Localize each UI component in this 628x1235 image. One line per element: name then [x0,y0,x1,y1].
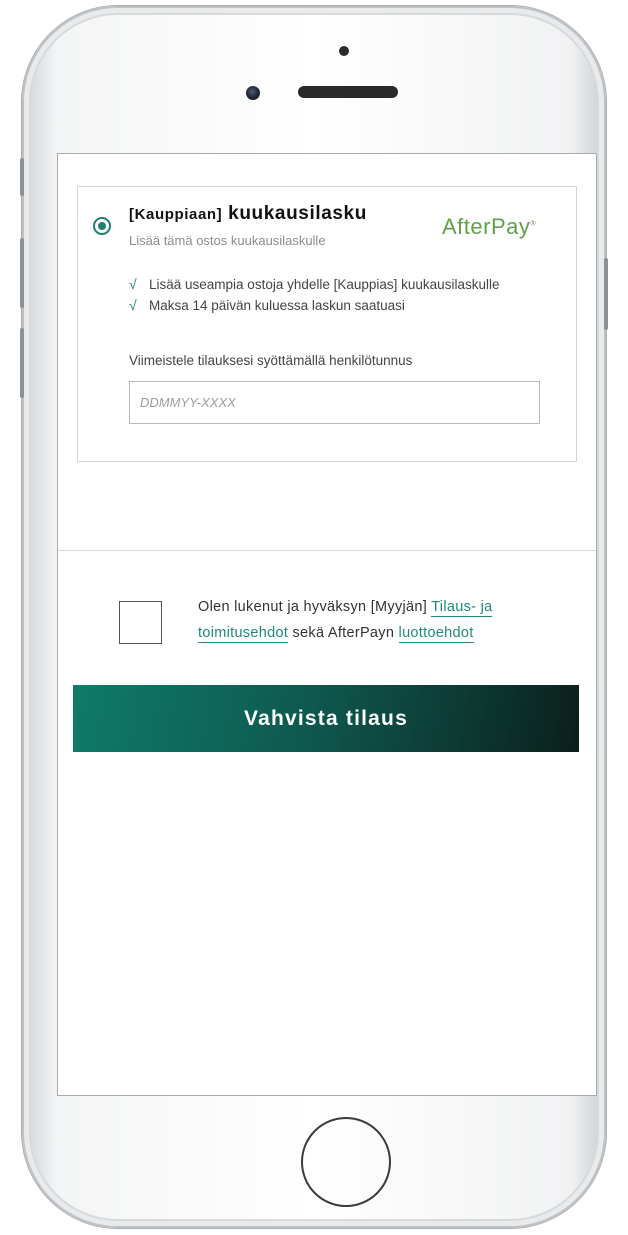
radio-selected-icon[interactable] [93,217,111,235]
check-icon: √ [129,297,137,313]
proximity-sensor [339,46,349,56]
benefit-item: √ Maksa 14 päivän kuluessa laskun saatuas… [129,295,499,316]
front-camera [246,86,260,100]
terms-checkbox[interactable] [119,601,162,644]
benefit-text: Lisää useampia ostoja yhdelle [Kauppias]… [149,277,500,292]
terms-text: Olen lukenut ja hyväksyn [Myyjän] Tilaus… [198,594,578,646]
personal-id-input[interactable] [129,381,540,424]
mute-switch[interactable] [20,158,24,196]
check-icon: √ [129,276,137,292]
payment-option-subtitle: Lisää tämä ostos kuukausilaskulle [129,233,326,248]
payment-option-card[interactable]: [Kauppiaan] kuukausilasku Lisää tämä ost… [77,186,577,462]
earpiece-speaker [298,86,398,98]
volume-up-button[interactable] [20,238,24,308]
terms-text-middle: sekä AfterPayn [288,625,399,641]
terms-text-before: Olen lukenut ja hyväksyn [Myyjän] [198,599,432,615]
confirm-order-button[interactable]: Vahvista tilaus [73,685,579,752]
volume-down-button[interactable] [20,328,24,398]
section-divider [58,550,596,551]
benefit-item: √ Lisää useampia ostoja yhdelle [Kauppias… [129,274,499,295]
home-button[interactable] [301,1117,391,1207]
payment-option-title: [Kauppiaan] kuukausilasku [129,203,367,225]
checkout-screen: [Kauppiaan] kuukausilasku Lisää tämä ost… [57,153,597,1096]
registered-mark: ® [530,220,537,228]
credit-terms-link[interactable]: luottoehdot [398,625,474,643]
radio-dot [98,222,106,230]
personal-id-label: Viimeistele tilauksesi syöttämällä henki… [129,353,413,368]
logo-text: AfterPay [442,214,531,239]
benefit-text: Maksa 14 päivän kuluessa laskun saatuasi [149,298,405,313]
afterpay-logo: AfterPay® [442,214,536,240]
title-prefix: [Kauppiaan] [129,206,223,223]
power-button[interactable] [604,258,608,330]
title-main: kuukausilasku [228,203,367,224]
benefits-list: √ Lisää useampia ostoja yhdelle [Kauppias… [129,274,499,316]
